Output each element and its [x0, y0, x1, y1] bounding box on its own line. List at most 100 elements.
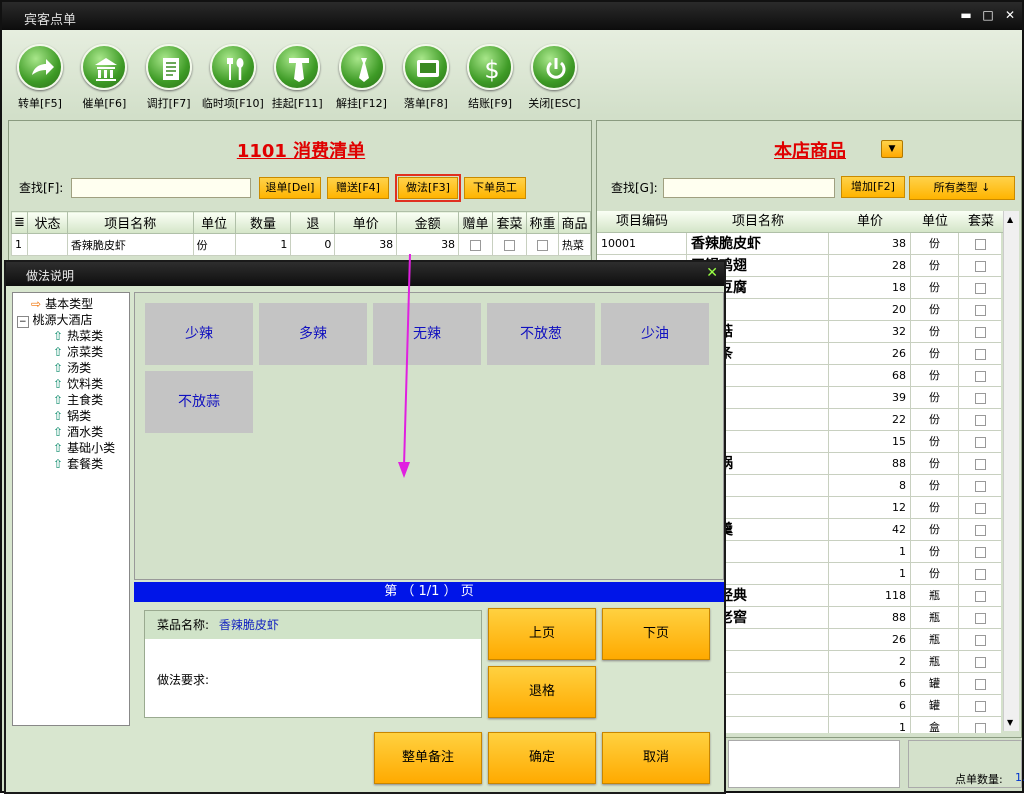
order-note-button[interactable]: 整单备注 [374, 732, 482, 784]
col-item-price[interactable]: 单价 [829, 211, 911, 233]
shop-scrollbar[interactable]: ▲ ▼ [1003, 211, 1019, 731]
item-set-checkbox[interactable] [974, 260, 986, 272]
col-price[interactable]: 单价 [334, 211, 398, 234]
col-amount[interactable]: 金额 [396, 211, 460, 234]
item-set-checkbox[interactable] [974, 590, 986, 602]
dish-name-row: 菜品名称: 香辣脆皮虾 [145, 611, 481, 639]
item-set-checkbox[interactable] [974, 634, 986, 646]
method-button[interactable]: 做法[F3] [395, 174, 461, 202]
backspace-button[interactable]: 退格 [488, 666, 596, 718]
toolbar-button-8[interactable]: 关闭[ESC] [522, 44, 586, 111]
tree-item[interactable]: − 桃源大酒店 [17, 311, 93, 328]
col-name[interactable]: 项目名称 [66, 211, 194, 234]
item-set-checkbox[interactable] [974, 502, 986, 514]
item-set-checkbox[interactable] [974, 326, 986, 338]
col-set[interactable]: 套菜 [492, 211, 527, 234]
shop-dropdown-icon[interactable]: ▼ [881, 140, 903, 158]
gift-checkbox[interactable] [470, 239, 482, 251]
tree-item[interactable]: ⇧ 锅类 [53, 407, 91, 424]
col-status[interactable]: 状态 [26, 211, 68, 234]
cancel-order-button[interactable]: 退单[Del] [259, 177, 321, 199]
item-set-checkbox[interactable] [974, 656, 986, 668]
item-set-checkbox[interactable] [974, 568, 986, 580]
collapse-icon[interactable]: − [17, 316, 29, 328]
tree-item[interactable]: ⇧ 汤类 [53, 359, 91, 376]
toolbar-button-3[interactable]: 临时项[F10] [201, 44, 265, 111]
tree-item[interactable]: ⇧ 套餐类 [53, 455, 103, 472]
order-staff-button[interactable]: 下单员工 [464, 177, 526, 199]
prev-page-button[interactable]: 上页 [488, 608, 596, 660]
col-item-unit[interactable]: 单位 [911, 211, 959, 233]
tree-label: 基础小类 [67, 441, 116, 455]
item-set-checkbox[interactable] [974, 348, 986, 360]
col-gift[interactable]: 赠单 [458, 211, 494, 234]
set-checkbox[interactable] [503, 239, 515, 251]
item-set-checkbox[interactable] [974, 304, 986, 316]
shop-search-input[interactable] [663, 178, 835, 198]
item-set-checkbox[interactable] [974, 700, 986, 712]
toolbar-button-6[interactable]: 落单[F8] [394, 44, 458, 111]
minimize-button[interactable]: ▬ [960, 8, 972, 22]
tree-item[interactable]: ⇨ 基本类型 [31, 295, 93, 312]
confirm-button[interactable]: 确定 [488, 732, 596, 784]
item-set-checkbox[interactable] [974, 282, 986, 294]
close-button[interactable]: ✕ [1004, 8, 1016, 22]
method-option[interactable]: 无辣 [373, 303, 481, 365]
tree-item[interactable]: ⇧ 主食类 [53, 391, 103, 408]
item-set-checkbox[interactable] [974, 612, 986, 624]
col-weigh[interactable]: 称重 [525, 211, 559, 234]
table-row[interactable]: 1 香辣脆皮虾 份 1 0 38 38 热菜 [11, 233, 592, 256]
all-types-button[interactable]: 所有类型 ↓ [909, 176, 1015, 200]
item-set-checkbox[interactable] [974, 678, 986, 690]
col-qty[interactable]: 数量 [234, 211, 292, 234]
toolbar-button-1[interactable]: 催单[F6] [72, 44, 136, 111]
item-set-checkbox[interactable] [974, 546, 986, 558]
method-option[interactable]: 不放蒜 [145, 371, 253, 433]
col-return[interactable]: 退 [290, 211, 336, 234]
item-set-checkbox[interactable] [974, 370, 986, 382]
method-option[interactable]: 少辣 [145, 303, 253, 365]
method-option[interactable]: 多辣 [259, 303, 367, 365]
col-code[interactable]: 项目编码 [597, 211, 687, 233]
item-set-checkbox[interactable] [974, 436, 986, 448]
item-set-checkbox[interactable] [974, 414, 986, 426]
method-area: 少辣 多辣 无辣 不放葱 少油不放蒜 [134, 292, 724, 580]
method-option[interactable]: 不放葱 [487, 303, 595, 365]
gift-button[interactable]: 赠送[F4] [327, 177, 389, 199]
item-set-checkbox[interactable] [974, 480, 986, 492]
scroll-down-icon[interactable]: ▼ [1007, 718, 1013, 727]
next-page-button[interactable]: 下页 [602, 608, 710, 660]
scroll-up-icon[interactable]: ▲ [1007, 215, 1013, 224]
item-set-checkbox[interactable] [974, 722, 986, 733]
dialog-close-icon[interactable]: ✕ [706, 265, 718, 281]
toolbar-button-7[interactable]: $ 结账[F9] [458, 44, 522, 111]
toolbar-button-4[interactable]: 挂起[F11] [265, 44, 329, 111]
item-set-checkbox[interactable] [974, 392, 986, 404]
add-item-button[interactable]: 增加[F2] [841, 176, 905, 198]
toolbar-button-5[interactable]: 解挂[F12] [330, 44, 394, 111]
item-set-checkbox[interactable] [974, 238, 986, 250]
item-price: 88 [829, 453, 911, 475]
list-item[interactable]: 10001 香辣脆皮虾 38 份 [597, 233, 1001, 255]
toolbar-button-0[interactable]: 转单[F5] [8, 44, 72, 111]
col-item-set[interactable]: 套菜 [959, 211, 1003, 233]
col-item-name[interactable]: 项目名称 [687, 211, 829, 233]
tree-item[interactable]: ⇧ 饮料类 [53, 375, 103, 392]
col-dept[interactable]: 商品 [557, 211, 592, 234]
item-set-checkbox[interactable] [974, 524, 986, 536]
maximize-button[interactable]: □ [982, 8, 994, 22]
tree-item[interactable]: ⇧ 热菜类 [53, 327, 103, 344]
bill-search-input[interactable] [71, 178, 251, 198]
tree-item[interactable]: ⇧ 凉菜类 [53, 343, 103, 360]
col-menu[interactable]: ≣ [11, 211, 28, 234]
bill-title: 1101 消费清单 [236, 141, 366, 162]
tree-item[interactable]: ⇧ 酒水类 [53, 423, 103, 440]
weigh-checkbox[interactable] [536, 239, 548, 251]
item-set-checkbox[interactable] [974, 458, 986, 470]
tree-item[interactable]: ⇧ 基础小类 [53, 439, 115, 456]
toolbar-button-2[interactable]: 调打[F7] [137, 44, 201, 111]
method-option[interactable]: 少油 [601, 303, 709, 365]
order-count-label: 点单数量: [955, 773, 1003, 786]
cancel-button[interactable]: 取消 [602, 732, 710, 784]
col-unit[interactable]: 单位 [192, 211, 236, 234]
